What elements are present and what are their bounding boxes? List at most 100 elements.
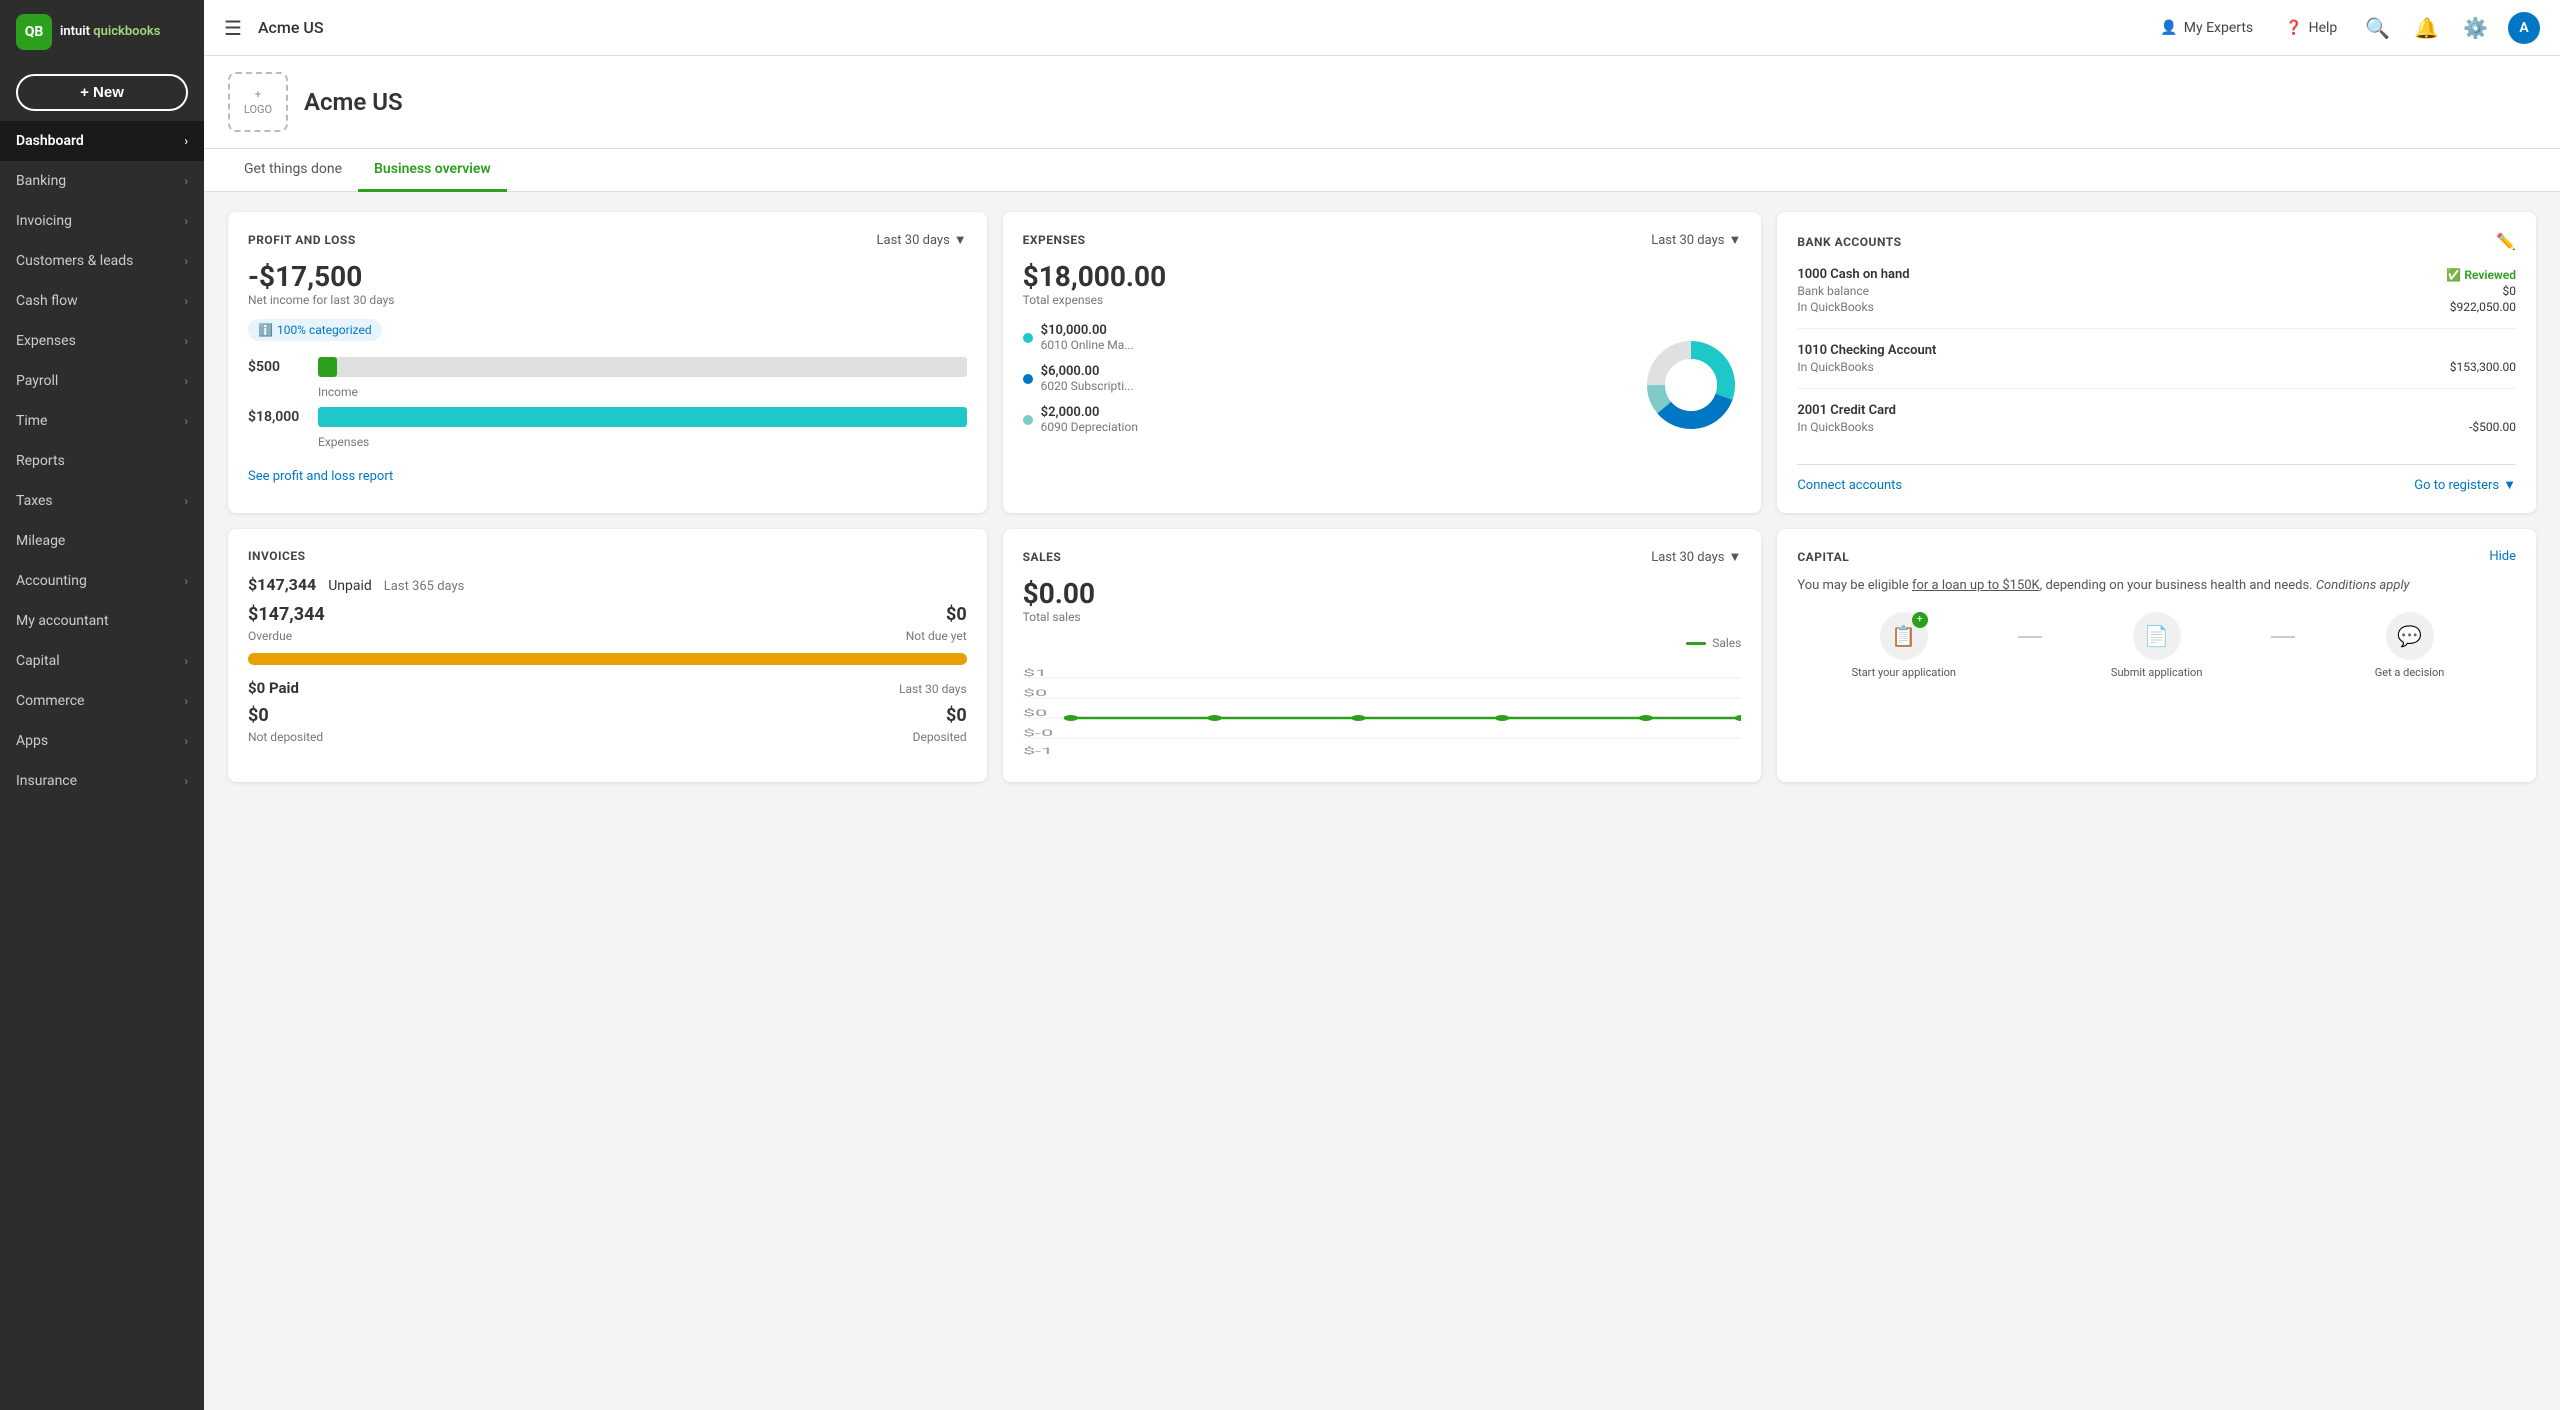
sidebar-item-invoicing[interactable]: Invoicing› <box>0 201 204 241</box>
experts-icon: 👤 <box>2160 20 2177 36</box>
expense-label: 6020 Subscripti... <box>1041 379 1134 393</box>
logo-upload[interactable]: + LOGO <box>228 72 288 132</box>
svg-text:$0: $0 <box>1023 688 1047 698</box>
sidebar-item-capital[interactable]: Capital › <box>0 641 204 681</box>
search-icon[interactable]: 🔍 <box>2361 12 2394 44</box>
sidebar-item-label: My accountant <box>16 613 109 629</box>
new-button[interactable]: + New <box>16 74 188 111</box>
sales-period[interactable]: Last 30 days ▼ <box>1651 549 1741 565</box>
expenses-dropdown-icon: ▼ <box>1728 232 1741 248</box>
bank-acc-line-label: In QuickBooks <box>1797 300 1873 314</box>
invoices-unpaid-label: Unpaid <box>328 578 372 594</box>
income-bar-row: $500 <box>248 357 967 377</box>
sidebar-item-label: Mileage <box>16 533 65 549</box>
sidebar-item-label: Payroll <box>16 373 58 389</box>
goto-registers-link[interactable]: Go to registers ▼ <box>2414 477 2516 493</box>
capital-step-label: Get a decision <box>2375 666 2445 679</box>
edit-bank-accounts-icon[interactable]: ✏️ <box>2496 232 2516 251</box>
sidebar-item-cash-flow[interactable]: Cash flow› <box>0 281 204 321</box>
sales-dropdown-icon: ▼ <box>1728 549 1741 565</box>
main-content: ☰ Acme US 👤 My Experts ❓ Help 🔍 🔔 ⚙️ A +… <box>204 0 2560 1410</box>
sidebar-item-insurance[interactable]: Insurance› <box>0 761 204 801</box>
capital-step-label: Submit application <box>2111 666 2202 679</box>
content-area: + LOGO Acme US Get things doneBusiness o… <box>204 56 2560 1410</box>
sidebar-item-label: Time <box>16 413 47 429</box>
expenses-content: $10,000.00 6010 Online Ma... $6,000.00 6… <box>1023 323 1742 446</box>
sidebar-item-apps[interactable]: Apps› <box>0 721 204 761</box>
sidebar-item-label: Dashboard <box>16 133 84 149</box>
invoices-overdue-val: $147,344 <box>248 604 325 625</box>
help-button[interactable]: ❓ Help <box>2277 16 2345 40</box>
bank-accounts-header: BANK ACCOUNTS ✏️ <box>1797 232 2516 251</box>
user-avatar[interactable]: A <box>2508 12 2540 44</box>
capital-step: 📄 Submit application <box>2050 612 2263 679</box>
bank-account-row: 1000 Cash on hand ✅ Reviewed Bank balanc… <box>1797 267 2516 329</box>
invoices-header: INVOICES <box>248 549 967 563</box>
chevron-right-icon: › <box>184 694 188 708</box>
sidebar-item-reports[interactable]: Reports <box>0 441 204 481</box>
pnl-period[interactable]: Last 30 days ▼ <box>877 232 967 248</box>
tab-business-overview[interactable]: Business overview <box>358 149 507 192</box>
logo-text: LOGO <box>244 103 272 116</box>
sidebar-item-expenses[interactable]: Expenses› <box>0 321 204 361</box>
pnl-subtitle: Net income for last 30 days <box>248 293 967 307</box>
sidebar-item-label: Commerce <box>16 693 84 709</box>
sidebar-item-payroll[interactable]: Payroll› <box>0 361 204 401</box>
sidebar-item-label: Capital <box>16 653 60 669</box>
goto-registers-chevron: ▼ <box>2503 477 2516 493</box>
sidebar-item-label: Expenses <box>16 333 76 349</box>
invoices-not-due-val: $0 <box>946 604 967 625</box>
sidebar-item-accounting[interactable]: Accounting› <box>0 561 204 601</box>
sidebar-item-mileage[interactable]: Mileage <box>0 521 204 561</box>
sales-total: $0.00 <box>1023 577 1742 610</box>
sidebar-item-customers---leads[interactable]: Customers & leads› <box>0 241 204 281</box>
income-bar-fill <box>318 357 337 377</box>
income-bar-track <box>318 357 967 377</box>
pnl-dropdown-icon: ▼ <box>954 232 967 248</box>
quickbooks-logo-icon: QB <box>16 14 52 50</box>
expense-dot <box>1023 374 1033 384</box>
chevron-right-icon: › <box>184 654 188 668</box>
my-experts-button[interactable]: 👤 My Experts <box>2152 16 2261 40</box>
sidebar-item-label: Apps <box>16 733 48 749</box>
bank-acc-name: 1010 Checking Account <box>1797 343 2516 358</box>
sales-title: SALES <box>1023 550 1062 564</box>
invoices-paid-row: $0 Paid Last 30 days <box>248 679 967 697</box>
sidebar: QB intuit quickbooks + New Dashboard›Ban… <box>0 0 204 1410</box>
chevron-right-icon: › <box>184 494 188 508</box>
sidebar-item-time[interactable]: Time› <box>0 401 204 441</box>
sidebar-item-commerce[interactable]: Commerce › <box>0 681 204 721</box>
bank-accounts-title: BANK ACCOUNTS <box>1797 235 1901 249</box>
tab-get-things-done[interactable]: Get things done <box>228 149 358 192</box>
menu-icon[interactable]: ☰ <box>224 16 242 40</box>
invoices-deposited-val: $0 <box>946 705 967 726</box>
capital-step-badge: + <box>1912 612 1928 628</box>
expenses-period[interactable]: Last 30 days ▼ <box>1651 232 1741 248</box>
invoices-not-deposited-label: Not deposited <box>248 730 323 744</box>
capital-step-icon: 📄 <box>2133 612 2181 660</box>
sidebar-item-dashboard[interactable]: Dashboard› <box>0 121 204 161</box>
notifications-icon[interactable]: 🔔 <box>2410 12 2443 44</box>
invoices-unpaid-val: $147,344 <box>248 575 316 594</box>
expense-item: $10,000.00 6010 Online Ma... <box>1023 323 1626 352</box>
bank-acc-name: 1000 Cash on hand ✅ Reviewed <box>1797 267 2516 282</box>
sidebar-item-my-accountant[interactable]: My accountant <box>0 601 204 641</box>
sidebar-item-label: Banking <box>16 173 66 189</box>
capital-hide-button[interactable]: Hide <box>2489 549 2516 564</box>
capital-step-label: Start your application <box>1852 666 1956 679</box>
expenses-donut-chart <box>1641 335 1741 435</box>
capital-step: 💬 Get a decision <box>2303 612 2516 679</box>
bank-acc-line-value: $922,050.00 <box>2450 300 2516 314</box>
capital-step-icon: 📋 + <box>1880 612 1928 660</box>
profit-loss-card: PROFIT AND LOSS Last 30 days ▼ -$17,500 … <box>228 212 987 513</box>
capital-loan-link[interactable]: for a loan up to $150K <box>1912 578 2040 593</box>
settings-icon[interactable]: ⚙️ <box>2459 12 2492 44</box>
sidebar-item-taxes[interactable]: Taxes› <box>0 481 204 521</box>
expense-dot <box>1023 333 1033 343</box>
sidebar-nav: Dashboard›Banking›Invoicing›Customers & … <box>0 121 204 801</box>
connect-accounts-link[interactable]: Connect accounts <box>1797 478 1902 493</box>
expense-amount: $6,000.00 <box>1041 364 1134 379</box>
sidebar-item-banking[interactable]: Banking› <box>0 161 204 201</box>
capital-card: CAPITAL Hide You may be eligible for a l… <box>1777 529 2536 782</box>
see-profit-loss-report-link[interactable]: See profit and loss report <box>248 469 393 484</box>
